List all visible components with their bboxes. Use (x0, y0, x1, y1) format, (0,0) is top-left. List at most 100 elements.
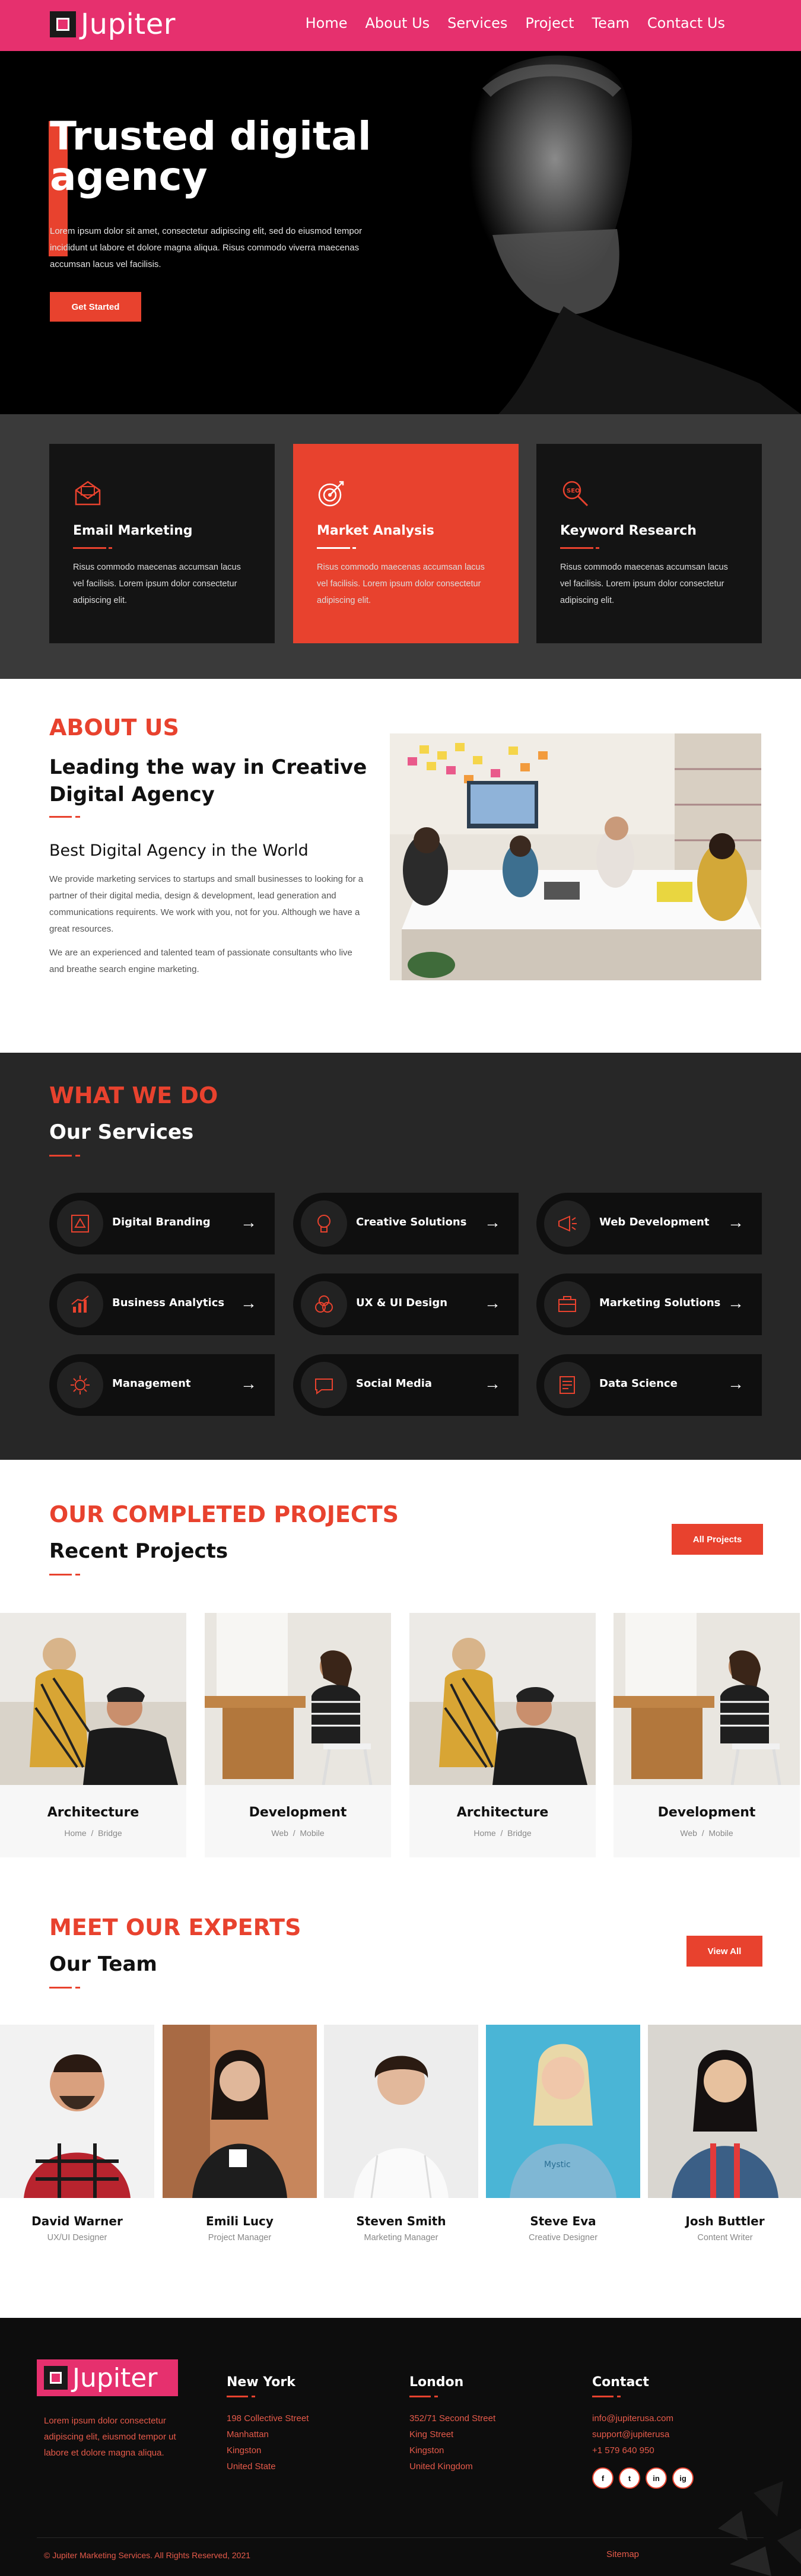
project-card[interactable]: Development Web / Mobile (205, 1613, 391, 1857)
service-data-science[interactable]: Data Science → (536, 1354, 762, 1416)
all-projects-button[interactable]: All Projects (672, 1524, 763, 1555)
brand-logo[interactable]: Jupiter (50, 8, 176, 41)
service-ux-ui-design[interactable]: UX & UI Design → (293, 1273, 519, 1335)
sitemap-link[interactable]: Sitemap (606, 2549, 639, 2559)
contact-support[interactable]: support@jupiterusa (592, 2426, 740, 2442)
team-member-card[interactable]: Emili Lucy Project Manager (163, 2025, 317, 2243)
nav-about[interactable]: About Us (365, 15, 430, 31)
address-line: Manhattan (227, 2429, 269, 2440)
member-name: Josh Buttler (685, 2214, 765, 2228)
address-line: 352/71 Second Street (409, 2413, 496, 2423)
feature-title: Market Analysis (317, 523, 434, 538)
top-navbar: Jupiter Home About Us Services Project T… (0, 0, 801, 51)
project-card[interactable]: Architecture Home / Bridge (0, 1613, 186, 1857)
member-name: Steven Smith (356, 2214, 446, 2228)
member-photo (648, 2025, 801, 2198)
feature-card-market[interactable]: Market Analysis Risus commodo maecenas a… (293, 444, 519, 643)
linkedin-icon[interactable]: in (646, 2467, 667, 2489)
project-title: Development (249, 1805, 347, 1820)
copyright-text: © Jupiter Marketing Services. All Rights… (44, 2550, 251, 2560)
member-role: Creative Designer (528, 2233, 598, 2243)
services-section: WHAT WE DO Our Services Digital Branding… (0, 1053, 801, 1460)
site-footer: Jupiter Lorem ipsum dolor consectetur ad… (0, 2318, 801, 2576)
service-label: Business Analytics (112, 1297, 225, 1309)
main-menu: Home About Us Services Project Team Cont… (306, 15, 725, 31)
features-section: Email Marketing Risus commodo maecenas a… (0, 414, 801, 679)
projects-heading: OUR COMPLETED PROJECTS (49, 1501, 399, 1527)
feature-card-email[interactable]: Email Marketing Risus commodo maecenas a… (49, 444, 275, 643)
service-web-development[interactable]: Web Development → (536, 1193, 762, 1254)
contact-phone[interactable]: +1 579 640 950 (592, 2442, 740, 2459)
service-social-media[interactable]: Social Media → (293, 1354, 519, 1416)
member-name: David Warner (31, 2214, 123, 2228)
nav-project[interactable]: Project (525, 15, 574, 31)
service-marketing-solutions[interactable]: Marketing Solutions → (536, 1273, 762, 1335)
project-card[interactable]: Development Web / Mobile (614, 1613, 800, 1857)
project-tags: Home / Bridge (473, 1828, 532, 1838)
team-subheading: Our Team (49, 1952, 157, 1976)
member-name: Steve Eva (530, 2214, 596, 2228)
footer-divider (37, 2537, 764, 2538)
about-subheading: Leading the way in Creative Digital Agen… (49, 755, 367, 806)
target-icon (318, 481, 344, 507)
project-card[interactable]: Architecture Home / Bridge (409, 1613, 596, 1857)
member-photo (0, 2025, 154, 2198)
arrow-right-icon: → (727, 1213, 744, 1231)
title-underline (73, 547, 112, 549)
member-role: Marketing Manager (364, 2233, 438, 2243)
feature-text: Risus commodo maecenas accumsan lacus ve… (560, 563, 728, 605)
service-creative-solutions[interactable]: Creative Solutions → (293, 1193, 519, 1254)
get-started-button[interactable]: Get Started (50, 292, 141, 322)
data-icon (560, 1376, 575, 1394)
twitter-icon[interactable]: t (619, 2467, 640, 2489)
address-line: Kingston (409, 2445, 444, 2456)
feature-title: Email Marketing (73, 523, 193, 538)
footer-col-title: London (409, 2375, 464, 2390)
chart-icon (71, 1295, 89, 1313)
service-digital-branding[interactable]: Digital Branding → (49, 1193, 275, 1254)
project-image (409, 1613, 596, 1785)
section-underline (49, 816, 80, 818)
project-image (614, 1613, 800, 1786)
footer-col-new-york: New York 198 Collective Street Manhattan… (227, 2375, 375, 2475)
feature-card-keyword[interactable]: SEO Keyword Research Risus commodo maece… (536, 444, 762, 643)
nav-services[interactable]: Services (447, 15, 507, 31)
service-management[interactable]: Management → (49, 1354, 275, 1416)
chat-icon (315, 1378, 333, 1395)
feature-title: Keyword Research (560, 523, 697, 538)
nav-team[interactable]: Team (592, 15, 629, 31)
service-label: Social Media (356, 1377, 433, 1390)
footer-logo[interactable]: Jupiter (37, 2359, 178, 2396)
services-subheading: Our Services (49, 1120, 194, 1144)
member-role: Content Writer (697, 2233, 753, 2243)
team-member-card[interactable]: Steven Smith Marketing Manager (324, 2025, 478, 2243)
team-member-card[interactable]: David Warner UX/UI Designer (0, 2025, 154, 2243)
team-member-card[interactable]: Mystic Steve Eva Creative Designer (486, 2025, 640, 2243)
hero-description: Lorem ipsum dolor sit amet, consectetur … (50, 226, 363, 269)
section-underline (49, 1987, 80, 1989)
service-business-analytics[interactable]: Business Analytics → (49, 1273, 275, 1335)
about-heading: ABOUT US (49, 714, 179, 741)
member-photo (324, 2025, 478, 2199)
email-icon (75, 481, 101, 506)
decorative-shapes (718, 2481, 801, 2576)
feature-text: Risus commodo maecenas accumsan lacus ve… (317, 563, 485, 605)
member-photo (163, 2025, 317, 2198)
svg-text:Mystic: Mystic (544, 2160, 571, 2170)
service-label: Management (112, 1377, 191, 1390)
instagram-icon[interactable]: ig (672, 2467, 694, 2489)
logo-mark-icon (44, 2366, 68, 2390)
footer-col-london: London 352/71 Second Street King Street … (409, 2375, 558, 2475)
arrow-right-icon: → (484, 1294, 501, 1312)
contact-email[interactable]: info@jupiterusa.com (592, 2410, 740, 2426)
service-label: Data Science (599, 1377, 678, 1390)
nav-home[interactable]: Home (306, 15, 348, 31)
view-all-button[interactable]: View All (686, 1936, 762, 1967)
team-member-card[interactable]: Josh Buttler Content Writer (648, 2025, 801, 2243)
service-label: Marketing Solutions (599, 1297, 721, 1309)
nav-contact[interactable]: Contact Us (647, 15, 725, 31)
facebook-icon[interactable]: f (592, 2467, 614, 2489)
seo-icon: SEO (562, 481, 589, 507)
footer-col-title: New York (227, 2375, 295, 2390)
project-image (0, 1613, 186, 1785)
